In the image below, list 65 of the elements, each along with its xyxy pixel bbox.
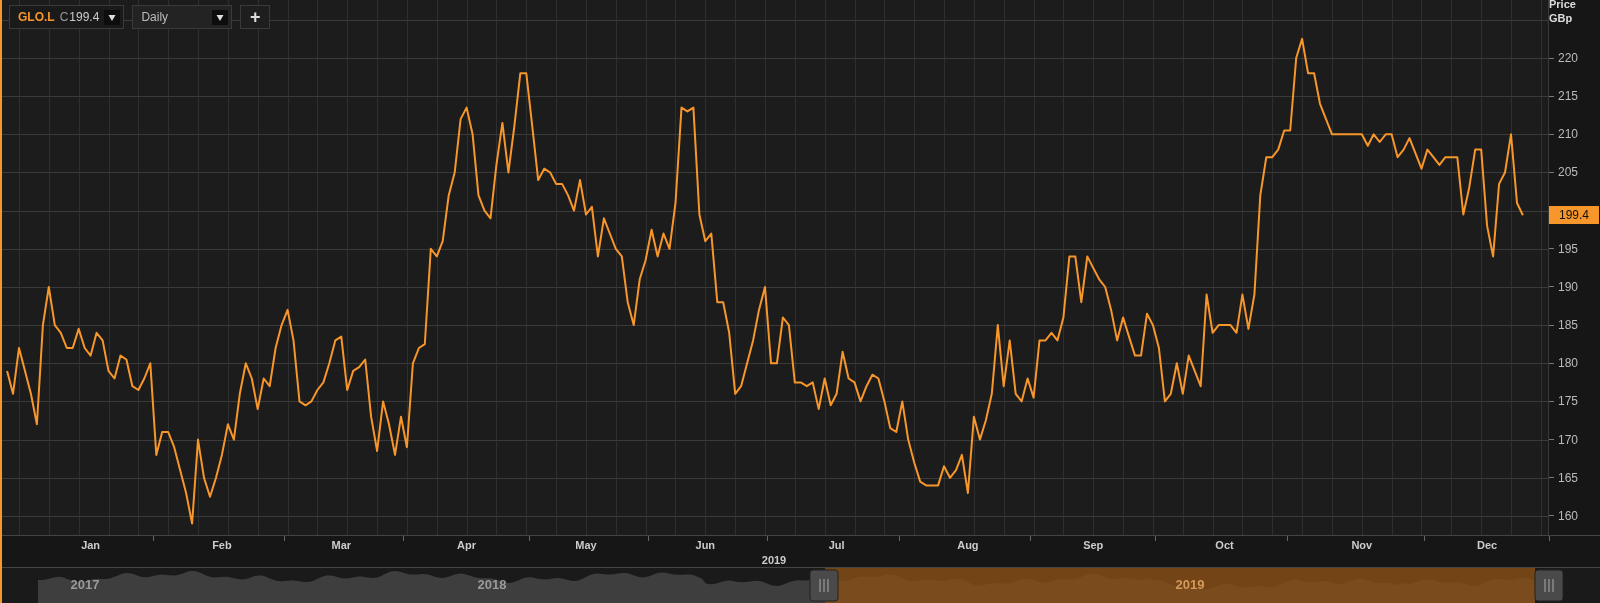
last-price-badge: 199.4 [1549, 206, 1599, 225]
axis-label: 170 [1558, 432, 1579, 447]
tick-mark [1029, 536, 1031, 541]
year-label: 2018 [477, 577, 507, 592]
tick-mark [1549, 95, 1554, 97]
tick-mark [1549, 324, 1554, 326]
axis-label: 160 [1558, 508, 1579, 523]
year-label: 2019 [761, 554, 787, 566]
tick-mark [1549, 171, 1554, 173]
dropdown-icon[interactable] [212, 9, 229, 25]
tick-mark [1549, 400, 1554, 402]
close-price: 199.4 [69, 10, 100, 24]
tick-mark [1549, 133, 1554, 135]
add-button[interactable]: + [240, 5, 271, 29]
axis-label: 195 [1558, 241, 1579, 256]
axis-label: 205 [1558, 165, 1579, 180]
axis-label: 180 [1558, 356, 1579, 371]
tick-mark [1549, 439, 1554, 441]
month-label: Nov [1351, 539, 1373, 551]
month-label: Jul [828, 539, 845, 551]
interval-dropdown[interactable]: Daily [132, 5, 233, 29]
tick-mark [1549, 515, 1554, 517]
month-label: Apr [457, 539, 477, 551]
month-label: Jun [695, 539, 716, 551]
tick-mark [1549, 286, 1554, 288]
range-handle[interactable] [1534, 569, 1564, 602]
symbol-selector[interactable]: GLO.L C199.4 [9, 5, 125, 29]
tick-mark [647, 536, 649, 541]
month-label: Jan [81, 539, 101, 551]
year-label: 2019 [1175, 577, 1205, 592]
month-label: Sep [1083, 539, 1104, 551]
month-label: Feb [212, 539, 232, 551]
axis-label: 175 [1558, 394, 1579, 409]
month-label: May [575, 539, 597, 551]
range-handle[interactable] [809, 569, 839, 602]
axis-label: 185 [1558, 318, 1579, 333]
tick-mark [528, 536, 530, 541]
tick-mark [1286, 536, 1288, 541]
month-label: Oct [1215, 539, 1234, 551]
tick-mark [1549, 477, 1554, 479]
year-label: 2017 [70, 577, 100, 592]
tick-mark [403, 536, 405, 541]
tick-mark [283, 536, 285, 541]
close-label: C [59, 10, 69, 24]
tick-mark [1549, 362, 1554, 364]
month-label: Dec [1477, 539, 1498, 551]
axis-title: Price [1549, 0, 1576, 11]
month-label: Mar [331, 539, 352, 551]
tick-mark [152, 536, 154, 541]
tick-mark [898, 536, 900, 541]
month-label: Aug [957, 539, 979, 551]
axis-label: 220 [1558, 51, 1579, 65]
axis-label: 165 [1558, 470, 1579, 485]
tick-mark [1549, 57, 1554, 59]
axis-label: 210 [1558, 127, 1579, 142]
tick-mark [767, 536, 769, 541]
tick-mark [1549, 536, 1551, 541]
tick-mark [1155, 536, 1157, 541]
tick-mark [1423, 536, 1425, 541]
axis-label: 190 [1558, 279, 1579, 294]
axis-unit: GBp [1549, 12, 1573, 25]
ticker-symbol: GLO.L [18, 10, 55, 24]
dropdown-icon[interactable] [104, 9, 121, 25]
tick-mark [1549, 248, 1554, 250]
axis-label: 215 [1558, 89, 1579, 104]
